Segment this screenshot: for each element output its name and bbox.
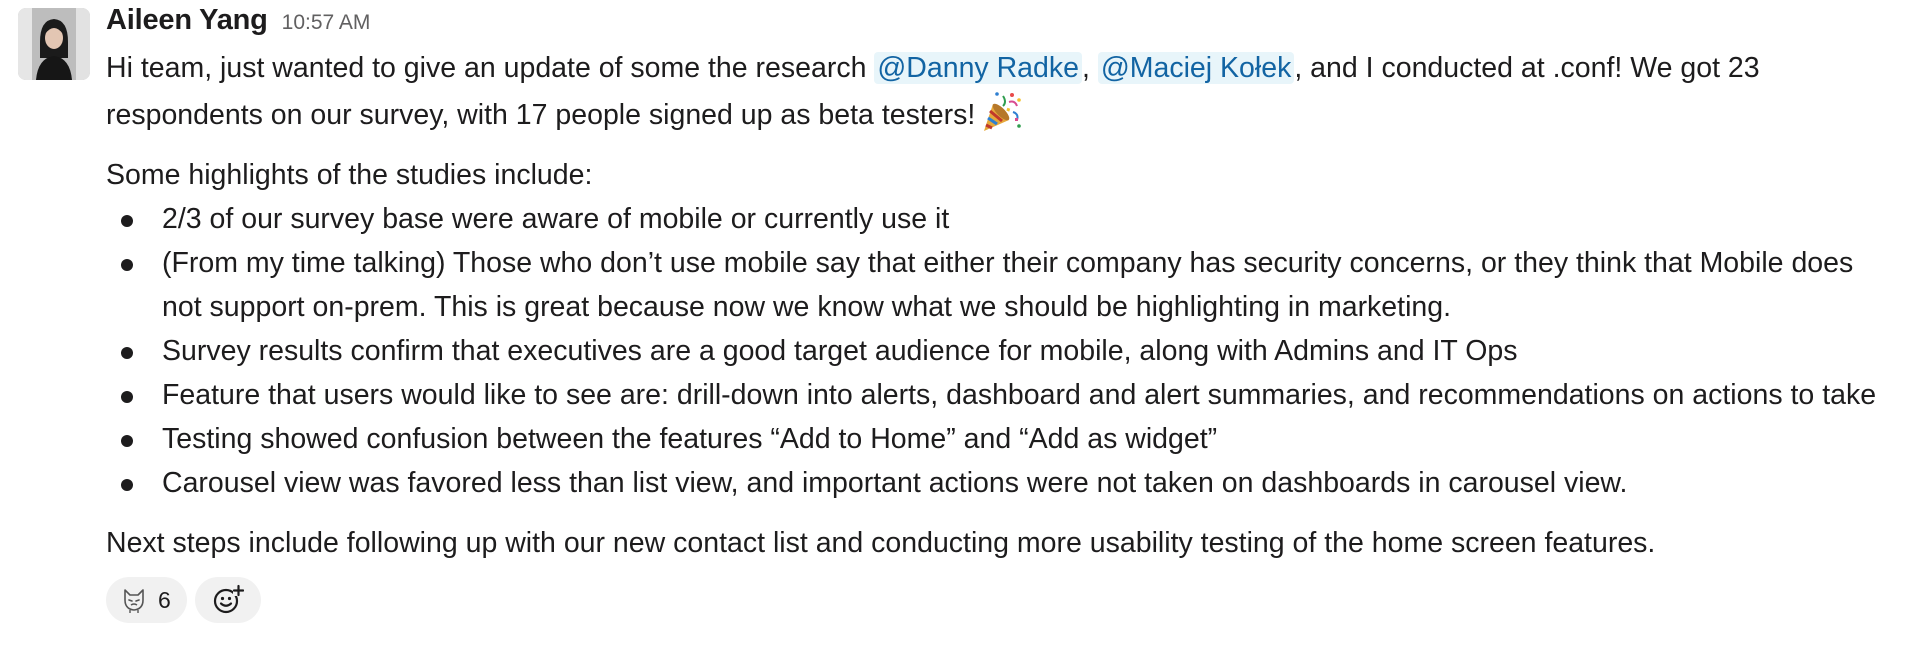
list-item-text: Survey results confirm that executives a… (162, 335, 1518, 367)
add-emoji-reaction-icon (213, 584, 244, 614)
highlights-list: 2/3 of our survey base were aware of mob… (106, 197, 1896, 505)
list-item: Testing showed confusion between the fea… (106, 417, 1896, 461)
list-item-text: Feature that users would like to see are… (162, 379, 1877, 411)
list-item: Carousel view was favored less than list… (106, 461, 1896, 505)
chat-message: Aileen Yang 10:57 AM Hi team, just wante… (0, 0, 1908, 661)
bullet-dot-icon (121, 347, 133, 359)
list-item: 2/3 of our survey base were aware of mob… (106, 197, 1896, 241)
cat-emoji-icon (124, 589, 144, 613)
list-item-text: (From my time talking) Those who don’t u… (162, 247, 1854, 323)
message-timestamp[interactable]: 10:57 AM (282, 11, 371, 35)
bullet-dot-icon (121, 259, 133, 271)
intro-paragraph: Hi team, just wanted to give an update o… (106, 46, 1896, 137)
mention-danny-radke[interactable]: @Danny Radke (874, 52, 1082, 84)
user-avatar-icon (18, 8, 90, 80)
intro-text: Hi team, just wanted to give an update o… (106, 52, 875, 84)
avatar[interactable] (18, 8, 90, 80)
mention-maciej-kolek[interactable]: @Maciej Kołek (1097, 52, 1295, 84)
bullet-dot-icon (121, 215, 133, 227)
bullet-dot-icon (121, 435, 133, 447)
party-popper-icon (979, 90, 1023, 134)
bullet-dot-icon (121, 391, 133, 403)
reaction-cat[interactable]: 6 (106, 577, 187, 623)
list-item: (From my time talking) Those who don’t u… (106, 241, 1896, 329)
message-content: Aileen Yang 10:57 AM Hi team, just wante… (106, 4, 1896, 623)
list-item-text: 2/3 of our survey base were aware of mob… (162, 203, 950, 235)
message-header: Aileen Yang 10:57 AM (106, 4, 1896, 40)
bullet-dot-icon (121, 479, 133, 491)
highlights-heading: Some highlights of the studies include: (106, 159, 593, 191)
list-item-text: Testing showed confusion between the fea… (162, 423, 1218, 455)
list-item-text: Carousel view was favored less than list… (162, 467, 1628, 499)
add-reaction-button[interactable] (194, 577, 261, 623)
reactions-bar: 6 (106, 577, 1896, 623)
intro-separator: , (1081, 52, 1098, 84)
next-steps-paragraph: Next steps include following up with our… (106, 527, 1656, 559)
reaction-count: 6 (158, 586, 171, 613)
list-item: Survey results confirm that executives a… (106, 329, 1896, 373)
author-name[interactable]: Aileen Yang (106, 4, 268, 37)
list-item: Feature that users would like to see are… (106, 373, 1896, 417)
